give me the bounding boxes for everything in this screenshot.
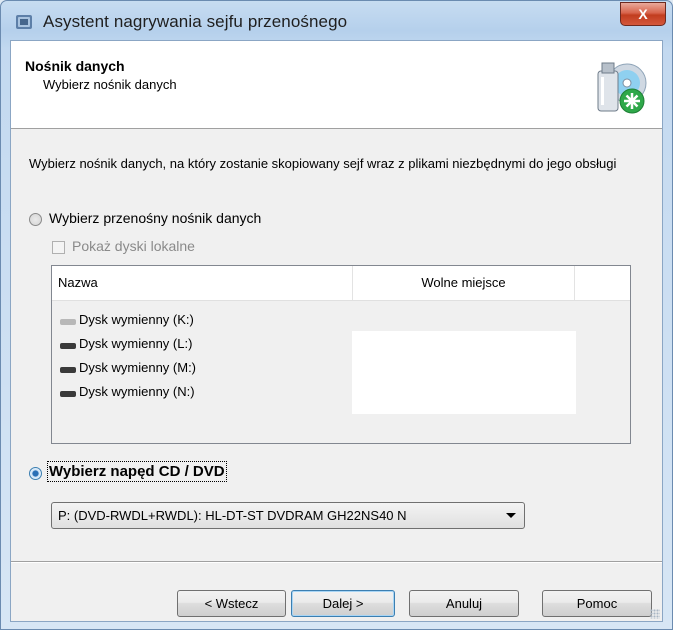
column-filler xyxy=(575,266,630,300)
removable-drive-icon xyxy=(60,319,76,325)
app-icon xyxy=(16,15,32,29)
drive-select-value: P: (DVD-RWDL+RWDL): HL-DT-ST DVDRAM GH22… xyxy=(58,508,407,523)
resize-grip-icon[interactable] xyxy=(650,609,660,619)
next-button[interactable]: Dalej > xyxy=(291,590,395,617)
removable-drive-icon xyxy=(60,343,76,349)
dialog-client: Nośnik danych Wybierz nośnik danych Wybi… xyxy=(10,40,663,622)
list-item[interactable]: Dysk wymienny (N:) xyxy=(60,380,195,402)
drive-select[interactable]: P: (DVD-RWDL+RWDL): HL-DT-ST DVDRAM GH22… xyxy=(51,502,525,529)
column-free-space[interactable]: Wolne miejsce xyxy=(353,266,575,300)
separator xyxy=(11,561,662,563)
list-item[interactable]: Dysk wymienny (L:) xyxy=(60,332,192,354)
column-name[interactable]: Nazwa xyxy=(52,266,353,300)
page-title: Nośnik danych xyxy=(25,58,125,74)
list-item[interactable]: Dysk wymienny (M:) xyxy=(60,356,196,378)
page-subtitle: Wybierz nośnik danych xyxy=(43,77,177,92)
cd-dvd-radio[interactable] xyxy=(29,467,42,480)
cancel-button[interactable]: Anuluj xyxy=(409,590,519,617)
removable-drive-icon xyxy=(60,367,76,373)
window-title: Asystent nagrywania sejfu przenośnego xyxy=(43,12,348,31)
usb-disc-icon xyxy=(597,62,647,114)
drive-name: Dysk wymienny (N:) xyxy=(79,383,195,399)
drive-list[interactable]: Nazwa Wolne miejsce Dysk wymienny (K:) D… xyxy=(51,265,631,444)
drive-name: Dysk wymienny (L:) xyxy=(79,335,193,351)
dialog-window: Asystent nagrywania sejfu przenośnego X … xyxy=(0,0,673,630)
free-space-cells xyxy=(352,331,576,414)
back-button[interactable]: < Wstecz xyxy=(177,590,286,617)
close-button[interactable]: X xyxy=(620,2,666,26)
drive-name: Dysk wymienny (M:) xyxy=(79,359,197,375)
help-button[interactable]: Pomoc xyxy=(542,590,652,617)
drive-list-header: Nazwa Wolne miejsce xyxy=(52,266,630,301)
show-local-label[interactable]: Pokaż dyski lokalne xyxy=(72,238,195,254)
drive-name: Dysk wymienny (K:) xyxy=(79,311,194,327)
list-item[interactable]: Dysk wymienny (K:) xyxy=(60,308,194,330)
portable-media-radio[interactable] xyxy=(29,213,42,226)
portable-media-label[interactable]: Wybierz przenośny nośnik danych xyxy=(49,210,261,226)
cd-dvd-label[interactable]: Wybierz napęd CD / DVD xyxy=(47,461,227,482)
instruction-text: Wybierz nośnik danych, na który zostanie… xyxy=(29,156,617,171)
show-local-checkbox[interactable] xyxy=(52,241,65,254)
wizard-header: Nośnik danych Wybierz nośnik danych xyxy=(11,41,662,129)
title-bar[interactable]: Asystent nagrywania sejfu przenośnego X xyxy=(1,1,672,41)
removable-drive-icon xyxy=(60,391,76,397)
chevron-down-icon[interactable] xyxy=(506,513,516,518)
